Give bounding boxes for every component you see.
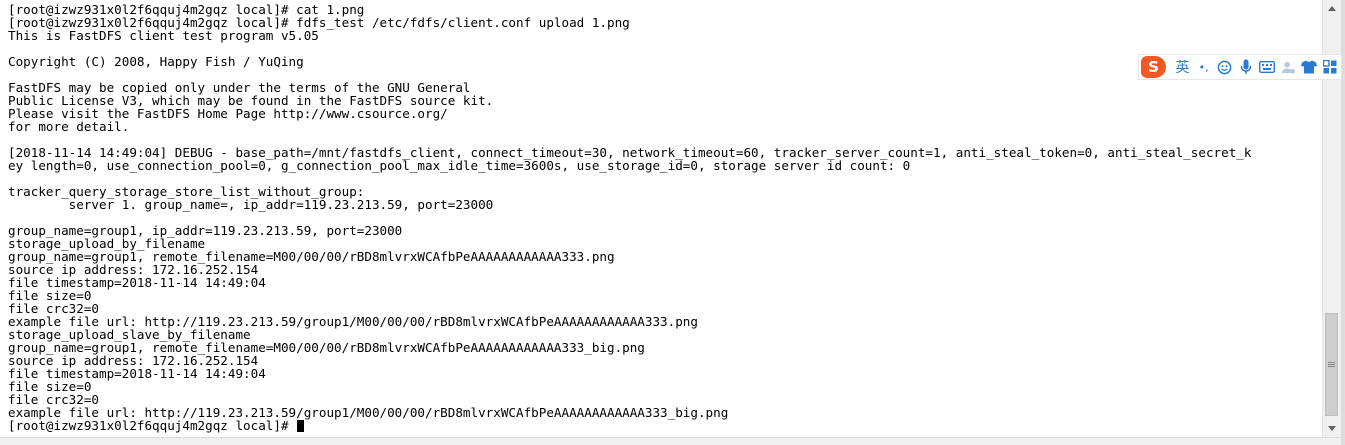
language-mode-toggle[interactable]: 英 — [1172, 56, 1193, 78]
terminal-output[interactable]: [root@izwz931x0l2f6qquj4m2gqz local]# ca… — [0, 0, 1322, 437]
terminal-line: This is FastDFS client test program v5.0… — [8, 28, 319, 43]
keyboard-icon[interactable] — [1256, 56, 1277, 78]
arrow-down-icon — [1328, 426, 1336, 431]
arrow-up-icon — [1328, 6, 1336, 11]
scroll-up-button[interactable] — [1323, 0, 1341, 17]
terminal-line: ey length=0, use_connection_pool=0, g_co… — [8, 158, 911, 173]
ime-toolbar[interactable]: S 英 •, — [1138, 54, 1342, 80]
punctuation-toggle[interactable]: •, — [1193, 56, 1214, 78]
sogou-logo-icon[interactable]: S — [1141, 56, 1166, 78]
grip-icon — [1328, 361, 1335, 368]
terminal-line: Copyright (C) 2008, Happy Fish / YuQing — [8, 54, 304, 69]
scroll-thumb[interactable] — [1325, 313, 1338, 416]
text-cursor — [297, 420, 305, 432]
microphone-icon[interactable] — [1235, 56, 1256, 78]
terminal-line: for more detail. — [8, 119, 130, 134]
terminal-window: [root@izwz931x0l2f6qquj4m2gqz local]# ca… — [0, 0, 1345, 445]
skin-shirt-icon[interactable] — [1299, 56, 1320, 78]
terminal-line: server 1. group_name=, ip_addr=119.23.21… — [8, 197, 494, 212]
grid-menu-icon[interactable] — [1320, 56, 1341, 78]
user-icon[interactable] — [1278, 56, 1299, 78]
window-bottom-border — [0, 437, 1345, 445]
emoji-icon[interactable] — [1214, 56, 1235, 78]
terminal-line: [root@izwz931x0l2f6qquj4m2gqz local]# — [8, 419, 305, 432]
scroll-down-button[interactable] — [1323, 420, 1341, 437]
